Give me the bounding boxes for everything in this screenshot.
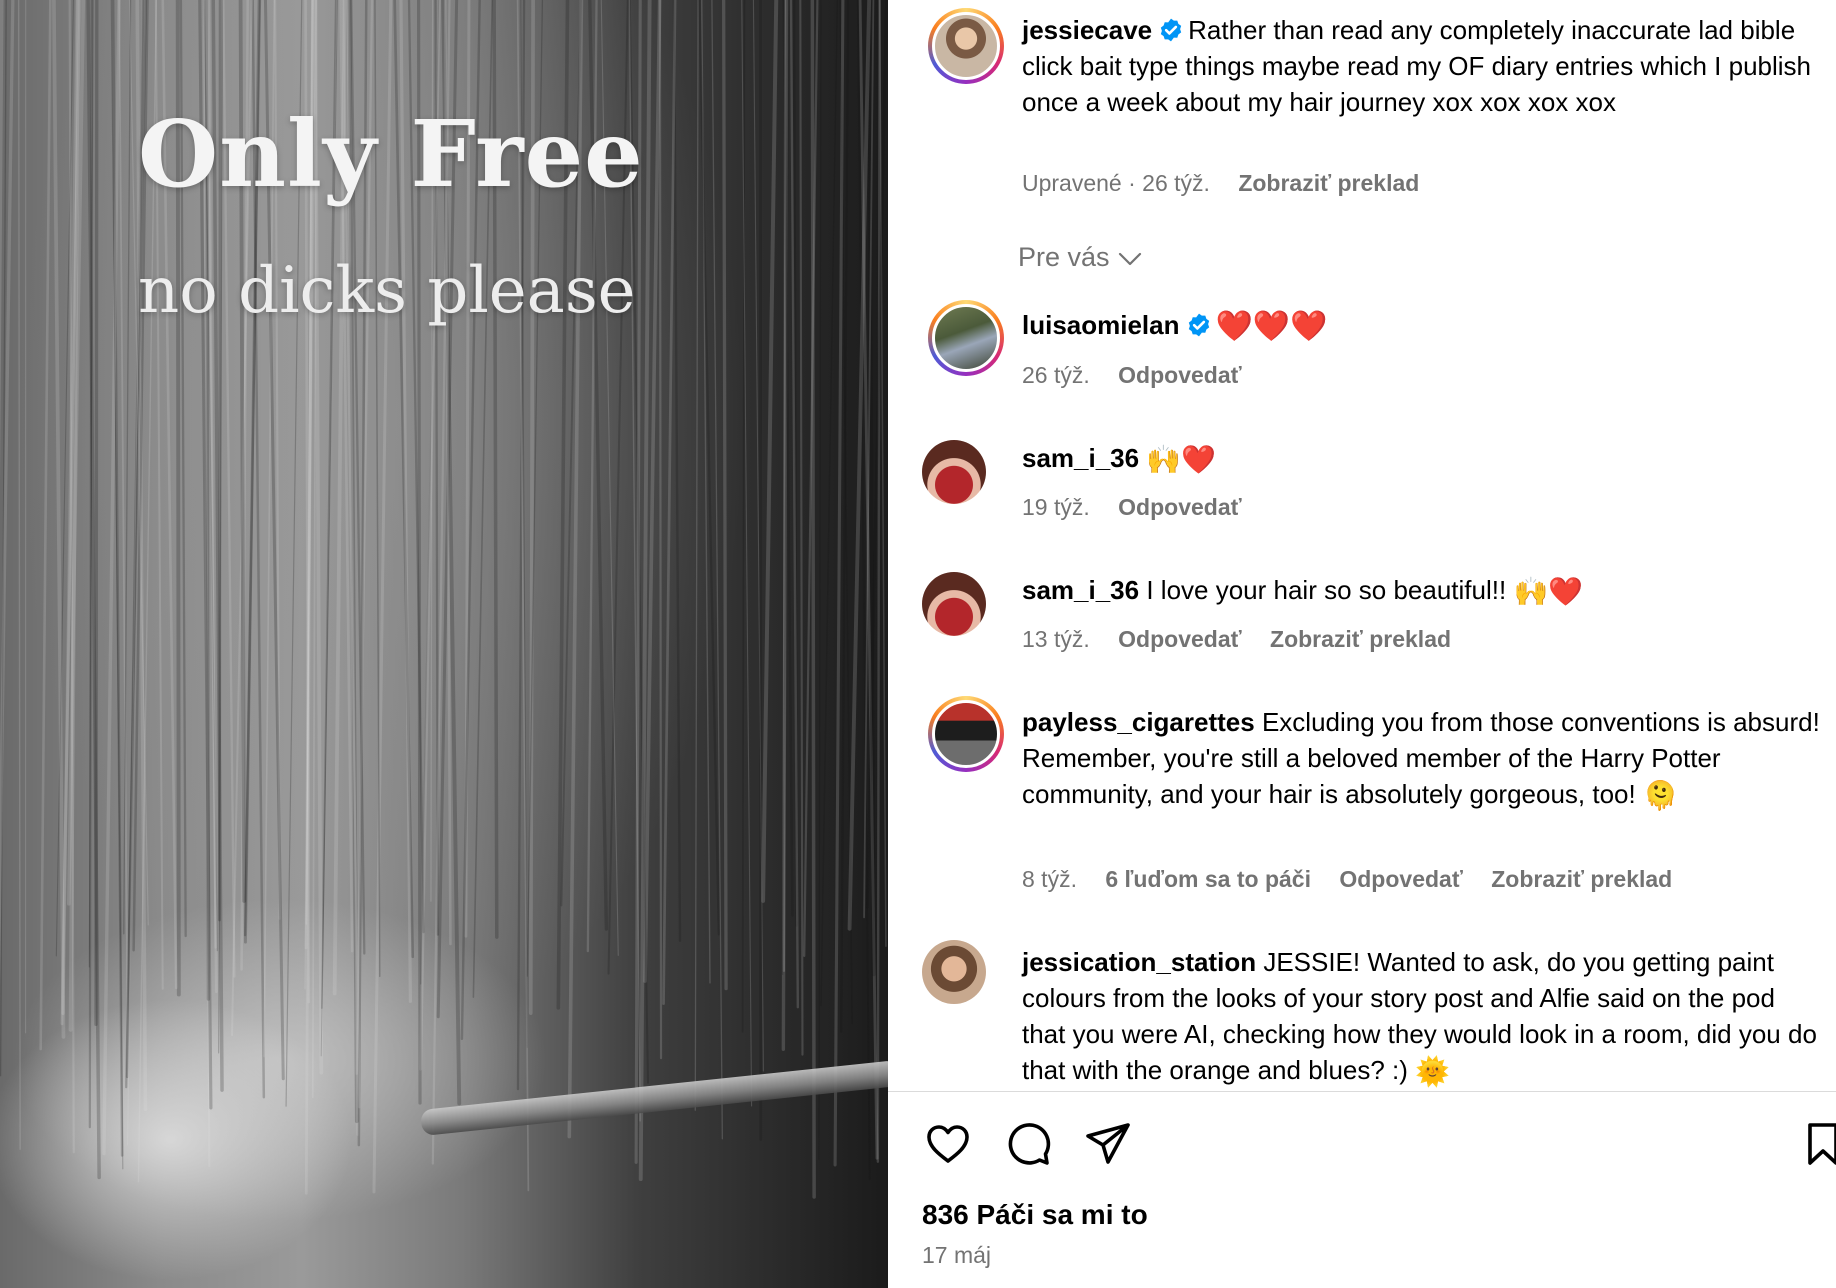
reply-button[interactable]: Odpovedať (1118, 626, 1241, 652)
hair-streak (799, 0, 804, 1056)
translate-link[interactable]: Zobraziť preklad (1270, 626, 1451, 652)
hair-streak (52, 0, 66, 1039)
comment-avatar[interactable] (928, 300, 1004, 376)
comment-username[interactable]: luisaomielan (1022, 310, 1180, 340)
post-media[interactable]: Only Free no dicks please (0, 0, 888, 1288)
comment: payless_cigarettes Excluding you from th… (1022, 704, 1822, 814)
comment-sort-label: Pre vás (1018, 242, 1110, 272)
translate-link[interactable]: Zobraziť preklad (1491, 866, 1672, 892)
post-date[interactable]: 17 máj (922, 1242, 991, 1269)
verified-badge-icon (1188, 313, 1209, 337)
media-title-line2: no dicks please (138, 254, 636, 328)
caption: jessiecave Rather than read any completel… (1022, 12, 1822, 120)
hair-streak (711, 0, 723, 1140)
verified-badge-icon (1160, 18, 1182, 42)
reply-button[interactable]: Odpovedať (1118, 494, 1241, 520)
hair-streak (761, 0, 779, 903)
comment-username[interactable]: payless_cigarettes (1022, 707, 1255, 737)
author-avatar[interactable] (928, 8, 1004, 84)
comment-emoji: 🙌❤️ (1513, 576, 1584, 607)
hair-streak (694, 0, 699, 1111)
comment: sam_i_36 🙌❤️ (1022, 440, 1822, 478)
comment-time: 19 týž. (1022, 494, 1090, 520)
comment-avatar[interactable] (922, 572, 986, 636)
comment-meta: 19 týž. Odpovedať (1022, 494, 1242, 521)
comment-text: I love your hair so so beautiful!! (1146, 575, 1507, 605)
hair-streak (17, 0, 21, 1150)
caption-edited: Upravené · 26 týž. (1022, 170, 1210, 196)
comment-username[interactable]: sam_i_36 (1022, 443, 1139, 473)
comments-scroll-area[interactable]: jessiecave Rather than read any completel… (888, 0, 1836, 1090)
comment-time: 13 týž. (1022, 626, 1090, 652)
likes-count[interactable]: 836 Páči sa mi to (922, 1199, 1148, 1231)
hair-streak (658, 0, 663, 1060)
comment-avatar[interactable] (922, 440, 986, 504)
hair-streak (39, 0, 52, 1051)
caption-username[interactable]: jessiecave (1022, 15, 1152, 45)
hair-streak (876, 0, 881, 1163)
chevron-down-icon (1118, 252, 1141, 265)
comment-likes-count[interactable]: 6 ľuďom sa to páči (1105, 866, 1311, 892)
paper-plane-icon[interactable] (1082, 1118, 1134, 1170)
comment-username[interactable]: sam_i_36 (1022, 575, 1139, 605)
comment-sort-dropdown[interactable]: Pre vás (1018, 242, 1142, 273)
comment-emoji: ❤️❤️❤️ (1215, 310, 1328, 343)
comment-meta: 8 týž. 6 ľuďom sa to páči Odpovedať Zobr… (1022, 866, 1672, 893)
comment-emoji: 🫠 (1642, 780, 1678, 811)
post-side-panel: jessiecave Rather than read any completel… (888, 0, 1836, 1288)
media-title-line1: Only Free (138, 100, 644, 208)
comment-username[interactable]: jessication_station (1022, 947, 1256, 977)
reply-button[interactable]: Odpovedať (1339, 866, 1462, 892)
hair-streak (672, 0, 682, 943)
comment-meta: 26 týž. Odpovedať (1022, 362, 1242, 389)
comment-bubble-icon[interactable] (1002, 1118, 1054, 1170)
comment-emoji: 🌞 (1415, 1056, 1451, 1087)
comment-emoji: 🙌❤️ (1146, 444, 1217, 475)
comment-meta: 13 týž. Odpovedať Zobraziť preklad (1022, 626, 1451, 653)
hair-streak (722, 0, 728, 991)
footer-divider (888, 1091, 1836, 1092)
heart-outline-icon[interactable] (922, 1118, 974, 1170)
reply-button[interactable]: Odpovedať (1118, 362, 1241, 388)
comment: jessication_station JESSIE! Wanted to as… (1022, 944, 1822, 1090)
comment: sam_i_36 I love your hair so so beautifu… (1022, 572, 1822, 610)
hair-streak (662, 0, 677, 1005)
comment-avatar[interactable] (928, 696, 1004, 772)
hair-streak (820, 0, 839, 1007)
comment-time: 8 týž. (1022, 866, 1077, 892)
comment: luisaomielan ❤️❤️❤️ (1022, 307, 1822, 345)
caption-translate-link[interactable]: Zobraziť preklad (1238, 170, 1419, 196)
caption-meta: Upravené · 26 týž. Zobraziť preklad (1022, 170, 1419, 197)
comment-time: 26 týž. (1022, 362, 1090, 388)
bookmark-icon[interactable] (1800, 1118, 1836, 1170)
hair-streak (123, 0, 132, 935)
comment-avatar[interactable] (922, 940, 986, 1004)
